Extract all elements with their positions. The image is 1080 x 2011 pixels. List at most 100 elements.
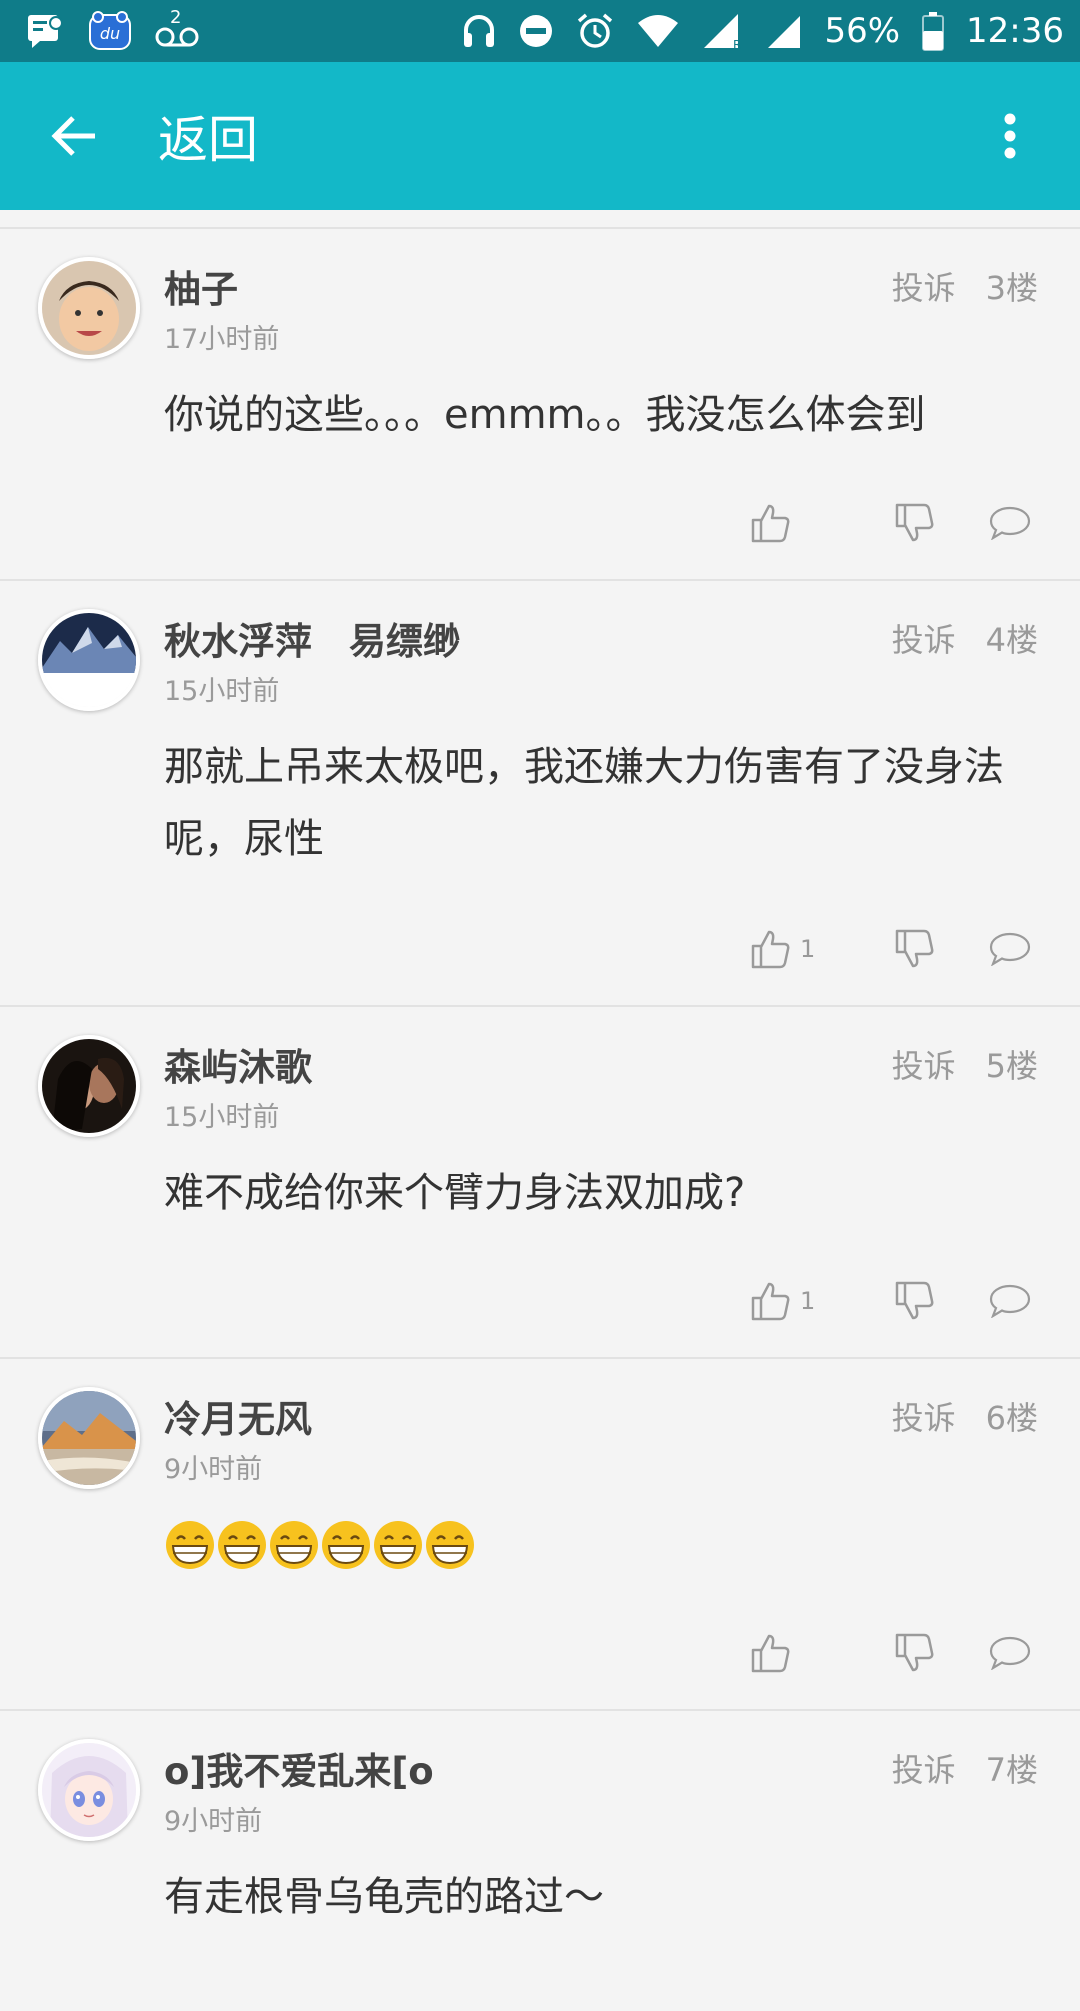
battery-icon [922, 11, 945, 51]
timestamp: 17小时前 [164, 324, 280, 355]
like-button[interactable]: 1 [750, 928, 860, 970]
thumbs-down-icon [894, 502, 936, 544]
comment-meta: 投诉 5楼 [892, 1041, 1038, 1087]
comment-content: 难不成给你来个臂力身法双加成? [164, 1170, 746, 1216]
page-title[interactable]: 返回 [158, 100, 258, 172]
clock: 12:36 [966, 11, 1064, 51]
arrow-left-icon [51, 114, 99, 158]
speech-bubble-icon [989, 506, 1031, 540]
thumbs-down-icon [894, 1280, 936, 1322]
comment-item: 柚子 17小时前 投诉 3楼 你说的这些。。。emmm。。我没怎么体会到 [0, 229, 1080, 581]
timestamp: 9小时前 [164, 1806, 263, 1837]
grinning-face-icon [426, 1521, 474, 1569]
wifi-icon [636, 13, 680, 49]
report-button[interactable]: 投诉 [892, 1041, 956, 1087]
grinning-face-icon [166, 1521, 214, 1569]
comment-content: 你说的这些。。。emmm。。我没怎么体会到 [164, 392, 926, 438]
floor-number: 7楼 [985, 1751, 1038, 1789]
back-button[interactable] [0, 62, 150, 210]
comment-content: 那就上吊来太极吧，我还嫌大力伤害有了没身法呢，尿性 [164, 744, 1004, 862]
reply-button[interactable] [970, 1284, 1050, 1318]
avatar[interactable] [38, 1739, 140, 1841]
notification-icon [26, 13, 66, 49]
timestamp: 15小时前 [164, 1102, 280, 1133]
report-button[interactable]: 投诉 [892, 263, 956, 309]
avatar[interactable] [38, 1035, 140, 1137]
speech-bubble-icon [989, 1284, 1031, 1318]
like-button[interactable] [750, 1632, 860, 1674]
voicemail-icon: 2 [154, 7, 200, 49]
emoji-row [164, 1509, 1024, 1581]
svg-text:du: du [100, 24, 120, 43]
thumbs-up-icon [750, 1280, 792, 1322]
app-bar: 返回 [0, 62, 1080, 210]
comment-list: 柚子 17小时前 投诉 3楼 你说的这些。。。emmm。。我没怎么体会到 秋水浮… [0, 227, 1080, 2011]
reply-button[interactable] [970, 932, 1050, 966]
comment-actions: 1 [750, 919, 1050, 979]
report-button[interactable]: 投诉 [892, 615, 956, 661]
avatar[interactable] [38, 1387, 140, 1489]
grinning-face-icon [270, 1521, 318, 1569]
comment-actions [750, 1623, 1050, 1683]
more-vertical-icon [1003, 113, 1017, 159]
timestamp: 9小时前 [164, 1454, 263, 1485]
thumbs-up-icon [750, 502, 792, 544]
reply-button[interactable] [970, 1636, 1050, 1670]
svg-text:R: R [733, 38, 741, 50]
more-menu-button[interactable] [960, 62, 1060, 210]
dislike-button[interactable] [860, 928, 970, 970]
dislike-button[interactable] [860, 1632, 970, 1674]
comment-actions: 1 [750, 1271, 1050, 1331]
comment-content [164, 1509, 1024, 1581]
avatar[interactable] [38, 257, 140, 359]
like-button[interactable]: 1 [750, 1280, 860, 1322]
grinning-face-icon [322, 1521, 370, 1569]
alarm-icon [576, 12, 614, 50]
timestamp: 15小时前 [164, 676, 280, 707]
thumbs-up-icon [750, 1632, 792, 1674]
like-count: 1 [800, 1287, 816, 1315]
headphones-icon [462, 13, 496, 49]
floor-number: 3楼 [985, 269, 1038, 307]
floor-number: 6楼 [985, 1399, 1038, 1437]
comment-meta: 投诉 4楼 [892, 615, 1038, 661]
dislike-button[interactable] [860, 502, 970, 544]
grinning-face-icon [374, 1521, 422, 1569]
comment-meta: 投诉 7楼 [892, 1745, 1038, 1791]
speech-bubble-icon [989, 932, 1031, 966]
dislike-button[interactable] [860, 1280, 970, 1322]
thumbs-up-icon [750, 928, 792, 970]
username[interactable]: o]我不爱乱来[o [164, 1741, 434, 1795]
signal-r-icon: R [702, 12, 744, 50]
username[interactable]: 秋水浮萍 易缥缈 [164, 611, 460, 665]
comment-content: 有走根骨乌龟壳的路过～ [164, 1874, 604, 1920]
avatar[interactable] [38, 609, 140, 711]
report-button[interactable]: 投诉 [892, 1393, 956, 1439]
grinning-face-icon [218, 1521, 266, 1569]
battery-percent: 56% [824, 11, 901, 51]
floor-number: 4楼 [985, 621, 1038, 659]
username[interactable]: 森屿沐歌 [164, 1037, 312, 1091]
thumbs-down-icon [894, 1632, 936, 1674]
floor-number: 5楼 [985, 1047, 1038, 1085]
comment-item: o]我不爱乱来[o 9小时前 投诉 7楼 有走根骨乌龟壳的路过～ [0, 1711, 1080, 2011]
comment-item: 森屿沐歌 15小时前 投诉 5楼 难不成给你来个臂力身法双加成? 1 [0, 1007, 1080, 1359]
report-button[interactable]: 投诉 [892, 1745, 956, 1791]
reply-button[interactable] [970, 506, 1050, 540]
like-count: 1 [800, 935, 816, 963]
thumbs-down-icon [894, 928, 936, 970]
like-button[interactable] [750, 502, 860, 544]
comment-actions [750, 493, 1050, 553]
username[interactable]: 柚子 [164, 259, 238, 313]
signal-icon [766, 12, 802, 50]
status-bar-left: du 2 [26, 7, 200, 51]
comment-item: 冷月无风 9小时前 投诉 6楼 [0, 1359, 1080, 1711]
comment-meta: 投诉 3楼 [892, 263, 1038, 309]
sim-indicator: 2 [170, 7, 182, 28]
username[interactable]: 冷月无风 [164, 1389, 312, 1443]
comment-meta: 投诉 6楼 [892, 1393, 1038, 1439]
status-bar-right: R 56% 12:36 [462, 11, 1064, 51]
do-not-disturb-icon [518, 13, 554, 49]
baidu-du-icon: du [88, 11, 132, 51]
comment-item: 秋水浮萍 易缥缈 15小时前 投诉 4楼 那就上吊来太极吧，我还嫌大力伤害有了没… [0, 581, 1080, 1007]
